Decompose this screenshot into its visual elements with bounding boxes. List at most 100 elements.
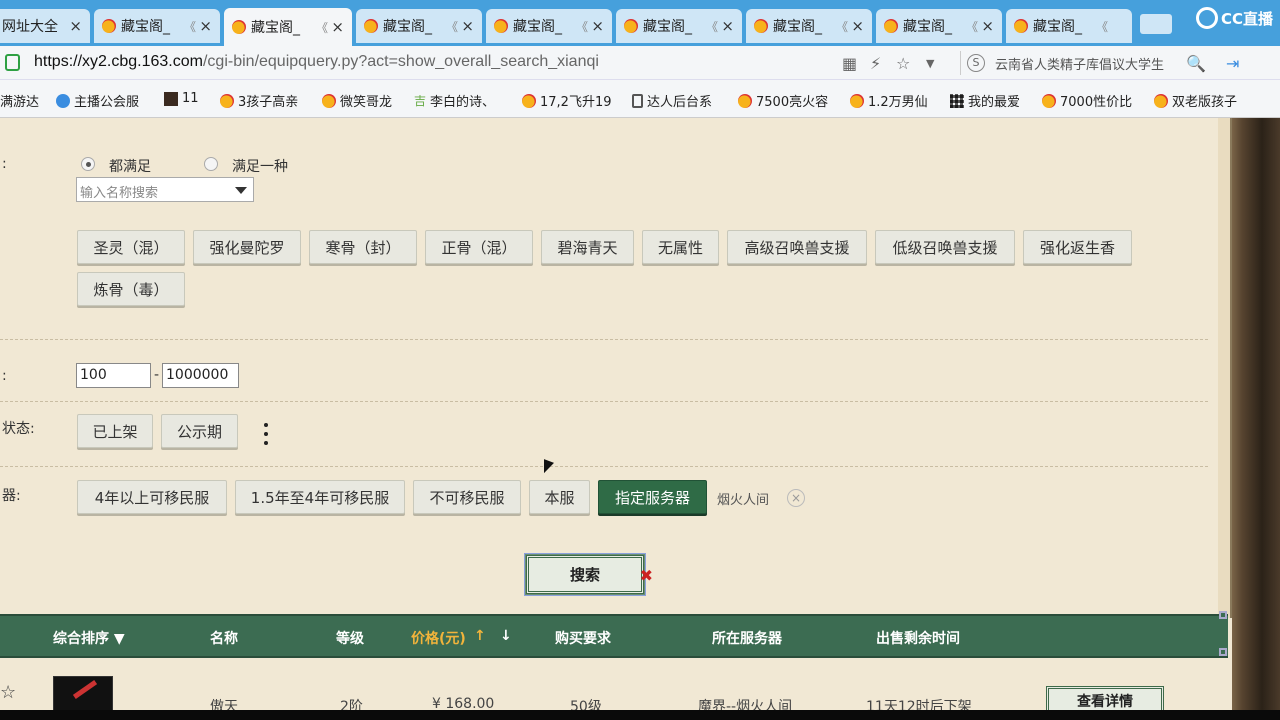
status-listed-button[interactable]: 已上架	[77, 414, 153, 448]
status-label: 状态:	[2, 421, 35, 437]
tab-2[interactable]: 藏宝阁_ 《 ×	[224, 8, 352, 46]
price-max-input[interactable]: 1000000	[162, 363, 239, 388]
bookmark-label: 满游达	[0, 95, 40, 110]
tab-fade-icon: 《	[183, 19, 196, 34]
bookmark-item[interactable]: 11	[164, 91, 199, 106]
attr-button[interactable]: 强化曼陀罗	[193, 230, 301, 264]
side-search-text: 云南省人类精子库倡议大学生	[995, 57, 1165, 73]
attr-button[interactable]: 圣灵（混）	[77, 230, 185, 264]
search-button-label: 搜索	[569, 566, 600, 584]
tab-fade-icon: 《	[575, 19, 588, 34]
close-icon[interactable]: ×	[331, 18, 344, 36]
bookmark-item[interactable]: 7000性价比	[1042, 91, 1132, 110]
bookmark-item[interactable]: 满游达	[0, 91, 39, 110]
radio-any-match-label: 满足一种	[232, 159, 288, 175]
star-icon[interactable]: ☆	[896, 54, 910, 73]
close-icon[interactable]: ×	[981, 17, 994, 35]
close-icon[interactable]: ×	[199, 17, 212, 35]
status-public-button[interactable]: 公示期	[161, 414, 238, 448]
close-icon[interactable]: ×	[69, 17, 82, 35]
sort-up-icon[interactable]: ↑	[474, 628, 486, 644]
tab-8[interactable]: 藏宝阁_ 《	[1006, 9, 1132, 43]
sort-down-icon[interactable]: ↓	[500, 628, 512, 644]
favorite-star-icon[interactable]: ☆	[0, 682, 16, 703]
clear-server-icon[interactable]: ×	[787, 489, 805, 507]
new-tab-button[interactable]	[1140, 14, 1172, 34]
price-dash: -	[154, 367, 160, 383]
tab-6[interactable]: 藏宝阁_ 《 ×	[746, 9, 872, 43]
tab-1[interactable]: 藏宝阁_ 《 ×	[94, 9, 220, 43]
price-header[interactable]: 价格(元)	[411, 628, 466, 648]
url-field[interactable]: https://xy2.cbg.163.com/cgi-bin/equipque…	[34, 53, 599, 71]
bookmark-label: 7500亮火容	[756, 95, 829, 110]
name-search-placeholder: 输入名称搜索	[80, 186, 159, 201]
tab-3[interactable]: 藏宝阁_ 《 ×	[356, 9, 482, 43]
more-options-icon[interactable]	[264, 423, 268, 447]
close-icon[interactable]: ×	[461, 17, 474, 35]
tab-label: 网址大全	[2, 19, 58, 35]
bookmark-icon	[738, 93, 752, 108]
attr-button[interactable]: 炼骨（毒）	[77, 272, 185, 306]
tab-4[interactable]: 藏宝阁_ 《 ×	[486, 9, 612, 43]
price-min-input[interactable]: 100	[76, 363, 151, 388]
divider	[0, 339, 1208, 340]
bookmark-item[interactable]: 主播公会服	[56, 91, 139, 110]
tab-5[interactable]: 藏宝阁_ 《 ×	[616, 9, 742, 43]
bookmark-label: 主播公会服	[74, 95, 140, 110]
close-icon[interactable]: ×	[851, 17, 864, 35]
attr-button[interactable]: 寒骨（封）	[309, 230, 417, 264]
search-button[interactable]: 搜索 ✖	[524, 553, 653, 596]
attr-button[interactable]: 强化返生香	[1023, 230, 1132, 264]
search-icon[interactable]: 🔍	[1186, 54, 1206, 73]
bookmark-item[interactable]: 1.2万男仙	[850, 91, 928, 110]
name-search-select[interactable]: 输入名称搜索	[76, 177, 254, 202]
cbg-favicon-icon	[494, 19, 508, 33]
bookmark-item[interactable]: 我的最爱	[950, 91, 1020, 110]
bookmark-label: 3孩子高亲	[238, 95, 299, 110]
bookmark-label: 17,2飞升19	[540, 95, 612, 110]
bookmark-item[interactable]: 7500亮火容	[738, 91, 828, 110]
bookmark-item[interactable]: 3孩子高亲	[220, 91, 298, 110]
close-icon[interactable]: ×	[721, 17, 734, 35]
server-option-button[interactable]: 本服	[529, 480, 590, 514]
attr-button[interactable]: 碧海青天	[541, 230, 634, 264]
browser-tab-bar: 网址大全 × 藏宝阁_ 《 × 藏宝阁_ 《 × 藏宝阁_ 《 × 藏宝阁_ 《…	[0, 0, 1280, 46]
server-header: 所在服务器	[712, 631, 782, 647]
attr-button[interactable]: 正骨（混）	[425, 230, 533, 264]
server-option-button[interactable]: 4年以上可移民服	[77, 480, 227, 514]
bookmark-item[interactable]: 吉李白的诗、	[414, 91, 496, 111]
ribbon-icon: ✖	[639, 566, 653, 585]
server-option-button-active[interactable]: 指定服务器	[598, 480, 707, 514]
cbg-favicon-icon	[102, 19, 116, 33]
tab-label: 藏宝阁_	[121, 19, 170, 35]
bookmark-icon	[164, 91, 178, 106]
lightning-icon[interactable]: ⚡	[870, 54, 881, 73]
sort-overall-header[interactable]: 综合排序 ▼	[53, 628, 125, 648]
login-icon[interactable]: ⇥	[1226, 54, 1239, 73]
item-thumbnail[interactable]	[53, 676, 113, 712]
bookmark-item[interactable]: 17,2飞升19	[522, 91, 612, 110]
attr-button[interactable]: 无属性	[642, 230, 719, 264]
server-option-button[interactable]: 1.5年至4年可移民服	[235, 480, 405, 514]
divider	[0, 466, 1208, 467]
tab-0[interactable]: 网址大全 ×	[0, 9, 90, 43]
bookmark-item[interactable]: 微笑哥龙	[322, 91, 392, 110]
cbg-favicon-icon	[884, 19, 898, 33]
radio-any-match[interactable]	[204, 157, 218, 171]
server-option-button[interactable]: 不可移民服	[413, 480, 521, 514]
bookmark-item[interactable]: 达人后台系	[632, 91, 712, 110]
url-host: https://xy2.cbg.163.com	[34, 53, 203, 70]
bookmark-label: 李白的诗、	[430, 95, 496, 110]
side-search-box[interactable]: S 云南省人类精子库倡议大学生	[960, 51, 1210, 75]
tab-7[interactable]: 藏宝阁_ 《 ×	[876, 9, 1002, 43]
qr-code-icon[interactable]: ▦	[842, 54, 857, 73]
attr-button[interactable]: 高级召唤兽支援	[727, 230, 867, 264]
url-path: /cgi-bin/equipquery.py?act=show_overall_…	[202, 53, 599, 70]
close-icon[interactable]: ×	[591, 17, 604, 35]
tab-fade-icon: 《	[705, 19, 718, 34]
bookmark-item[interactable]: 双老版孩子	[1154, 91, 1237, 110]
tab-fade-icon: 《	[315, 20, 328, 35]
chevron-down-icon[interactable]: ▼	[926, 57, 934, 70]
radio-all-match[interactable]	[81, 157, 95, 171]
attr-button[interactable]: 低级召唤兽支援	[875, 230, 1015, 264]
